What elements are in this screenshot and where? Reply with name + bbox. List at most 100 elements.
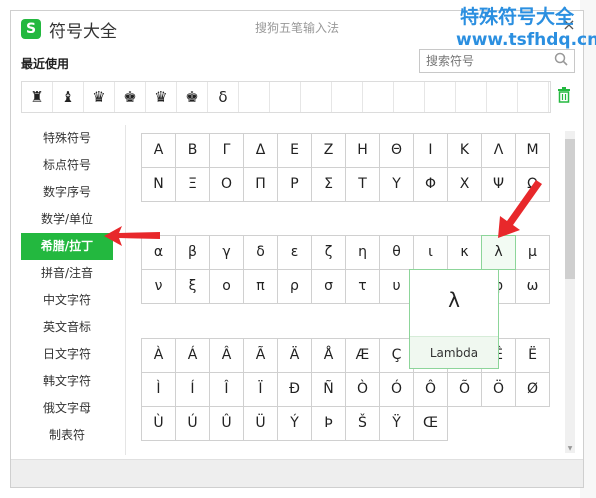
nav-item[interactable]: 数学/单位 (21, 206, 113, 233)
symbol-cell[interactable]: Ε (277, 133, 312, 168)
symbol-cell[interactable]: τ (345, 269, 380, 304)
symbol-cell[interactable]: Ö (481, 372, 516, 407)
symbol-cell[interactable]: Æ (345, 338, 380, 373)
search-box[interactable] (419, 49, 575, 73)
symbol-cell[interactable]: À (141, 338, 176, 373)
symbol-cell[interactable]: Ú (175, 406, 210, 441)
symbol-cell[interactable]: Φ (413, 167, 448, 202)
scroll-down-arrow-icon[interactable]: ▼ (565, 445, 575, 453)
symbol-cell[interactable]: Χ (447, 167, 482, 202)
symbol-cell[interactable]: Ø (515, 372, 550, 407)
symbol-cell[interactable]: Õ (447, 372, 482, 407)
symbol-cell[interactable]: Λ (481, 133, 516, 168)
symbol-cell[interactable]: Ã (243, 338, 278, 373)
symbol-cell[interactable]: κ (447, 235, 482, 270)
nav-item[interactable]: 希腊/拉丁 (21, 233, 113, 260)
symbol-cell[interactable]: ο (209, 269, 244, 304)
trash-icon[interactable] (557, 87, 571, 103)
nav-item[interactable]: 数字序号 (21, 179, 113, 206)
symbol-cell[interactable]: Í (175, 372, 210, 407)
recent-symbol[interactable]: ♚ (115, 82, 146, 112)
symbol-cell[interactable]: Ë (515, 338, 550, 373)
nav-item[interactable]: 拼音/注音 (21, 260, 113, 287)
symbol-cell[interactable]: Π (243, 167, 278, 202)
symbol-cell[interactable]: Τ (345, 167, 380, 202)
symbol-cell[interactable]: Š (345, 406, 380, 441)
recent-symbol[interactable]: ♛ (146, 82, 177, 112)
symbol-cell[interactable]: Υ (379, 167, 414, 202)
search-icon[interactable] (554, 52, 568, 70)
symbol-cell[interactable]: Ý (277, 406, 312, 441)
symbol-cell[interactable]: δ (243, 235, 278, 270)
scrollbar[interactable]: ▼ (565, 131, 575, 453)
symbol-cell[interactable]: Á (175, 338, 210, 373)
symbol-cell[interactable]: Μ (515, 133, 550, 168)
symbol-cell[interactable]: Ξ (175, 167, 210, 202)
symbol-cell[interactable]: Ä (277, 338, 312, 373)
recent-symbol[interactable]: ♝ (53, 82, 84, 112)
red-arrow-down-icon (498, 180, 542, 238)
symbol-cell[interactable]: Ó (379, 372, 414, 407)
symbol-cell[interactable]: Œ (413, 406, 448, 441)
symbol-cell[interactable]: λ (481, 235, 516, 270)
symbol-cell[interactable]: θ (379, 235, 414, 270)
symbol-cell[interactable]: Î (209, 372, 244, 407)
recent-symbol (363, 82, 394, 112)
nav-item[interactable]: 制表符 (21, 422, 113, 449)
symbol-cell[interactable]: Ν (141, 167, 176, 202)
symbol-cell[interactable]: β (175, 235, 210, 270)
symbol-cell[interactable]: ω (515, 269, 550, 304)
symbol-cell[interactable]: ξ (175, 269, 210, 304)
symbol-cell[interactable]: ζ (311, 235, 346, 270)
symbol-cell[interactable]: ε (277, 235, 312, 270)
symbol-cell[interactable]: ρ (277, 269, 312, 304)
symbol-cell[interactable]: ι (413, 235, 448, 270)
nav-item[interactable]: 日文字符 (21, 341, 113, 368)
nav-item[interactable]: 韩文字符 (21, 368, 113, 395)
symbol-cell[interactable]: Þ (311, 406, 346, 441)
symbol-cell[interactable]: Η (345, 133, 380, 168)
symbol-cell[interactable]: Ñ (311, 372, 346, 407)
symbol-cell[interactable]: Â (209, 338, 244, 373)
recent-symbol[interactable]: ♜ (22, 82, 53, 112)
symbol-cell[interactable]: Ï (243, 372, 278, 407)
symbol-cell[interactable]: Å (311, 338, 346, 373)
symbol-cell[interactable]: Ο (209, 167, 244, 202)
symbol-cell[interactable]: Α (141, 133, 176, 168)
recent-symbol[interactable]: ♛ (84, 82, 115, 112)
recent-symbol[interactable]: ♚ (177, 82, 208, 112)
symbol-cell[interactable]: Ù (141, 406, 176, 441)
nav-item[interactable]: 特殊符号 (21, 125, 113, 152)
nav-item[interactable]: 英文音标 (21, 314, 113, 341)
symbol-cell[interactable]: Β (175, 133, 210, 168)
symbol-cell[interactable]: Ζ (311, 133, 346, 168)
symbol-cell[interactable]: π (243, 269, 278, 304)
symbol-cell[interactable]: Ò (345, 372, 380, 407)
symbol-cell[interactable]: Ü (243, 406, 278, 441)
symbol-cell[interactable]: η (345, 235, 380, 270)
symbol-cell[interactable]: Ô (413, 372, 448, 407)
symbol-cell[interactable]: γ (209, 235, 244, 270)
symbol-cell[interactable]: Θ (379, 133, 414, 168)
symbol-cell[interactable]: Ι (413, 133, 448, 168)
search-input[interactable] (426, 53, 546, 69)
symbol-cell[interactable]: Û (209, 406, 244, 441)
recent-symbol[interactable]: δ (208, 82, 239, 112)
nav-item[interactable]: 中文字符 (21, 287, 113, 314)
symbol-cell[interactable]: Ð (277, 372, 312, 407)
symbol-cell[interactable]: Ì (141, 372, 176, 407)
input-method-title: 搜狗五笔输入法 (255, 21, 340, 35)
symbol-cell[interactable]: Ρ (277, 167, 312, 202)
nav-item[interactable]: 标点符号 (21, 152, 113, 179)
symbol-cell[interactable]: σ (311, 269, 346, 304)
nav-item[interactable]: 俄文字母 (21, 395, 113, 422)
symbol-cell[interactable]: Δ (243, 133, 278, 168)
symbol-cell[interactable]: μ (515, 235, 550, 270)
symbol-cell[interactable]: Σ (311, 167, 346, 202)
symbol-cell[interactable]: Ÿ (379, 406, 414, 441)
symbol-cell[interactable]: Γ (209, 133, 244, 168)
symbol-cell[interactable]: ν (141, 269, 176, 304)
symbol-cell[interactable]: Κ (447, 133, 482, 168)
scrollbar-thumb[interactable] (565, 139, 575, 279)
symbol-dialog: S 符号大全 搜狗五笔输入法 × 最近使用 ♜♝♛♚♛♚δ 特殊符号标点符号数字… (10, 10, 584, 488)
